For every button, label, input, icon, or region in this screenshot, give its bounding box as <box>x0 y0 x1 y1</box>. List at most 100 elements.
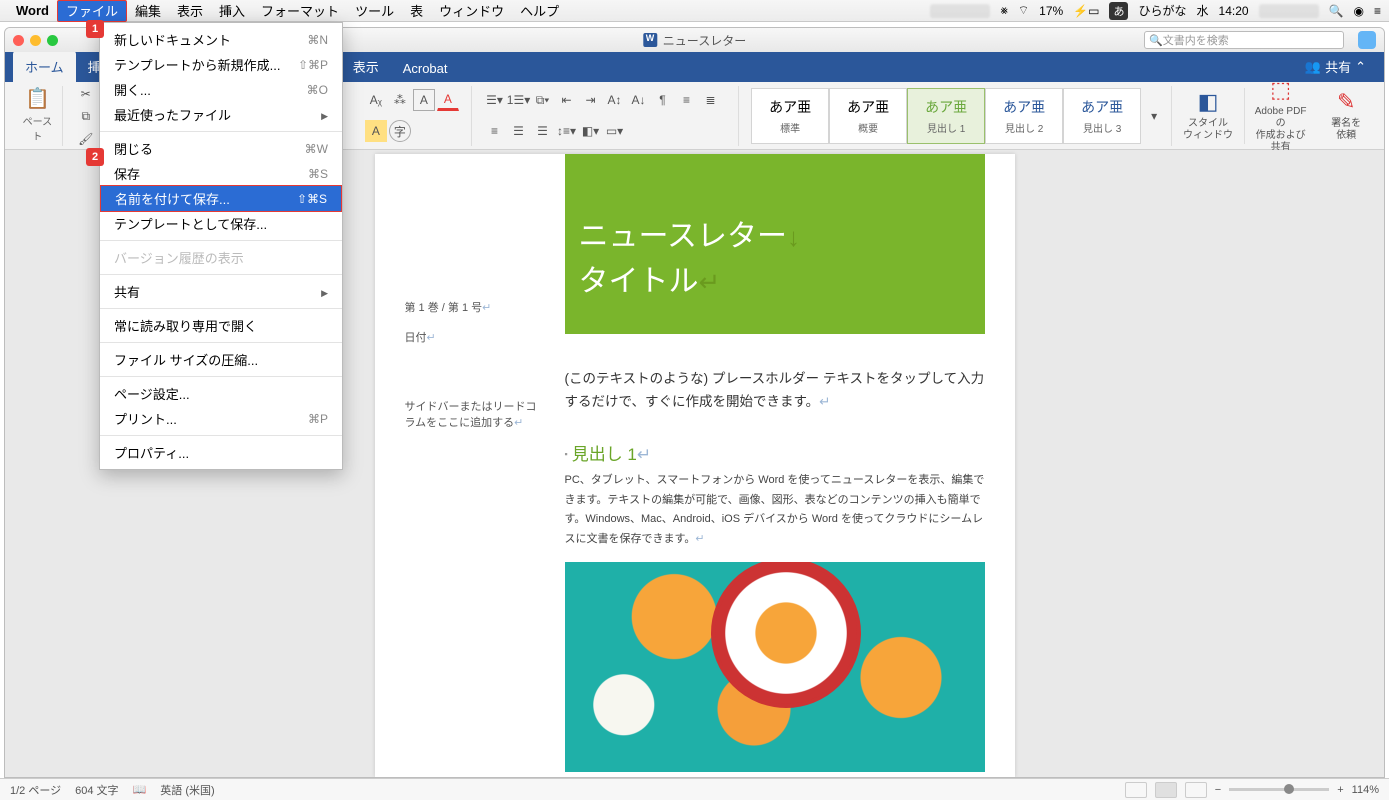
paste-button[interactable]: 📋 <box>25 86 50 111</box>
statusbar: 1/2 ページ 604 文字 📖 英語 (米国) − + 114% <box>0 778 1389 800</box>
file-menu-item[interactable]: プリント...⌘P <box>100 406 342 431</box>
file-menu-item[interactable]: 最近使ったファイル <box>100 102 342 127</box>
styles-pane-button[interactable]: ◧ スタイル ウィンドウ <box>1178 89 1238 141</box>
file-menu-item[interactable]: 共有 <box>100 279 342 304</box>
page-1: 第 1 巻 / 第 1 号↵ 日付↵ サイドバーまたはリードコラムをここに追加す… <box>375 154 1015 777</box>
tab-acrobat[interactable]: Acrobat <box>391 55 460 82</box>
font-color-button[interactable]: A <box>437 89 459 111</box>
menu-tools[interactable]: ツール <box>347 0 402 22</box>
print-layout-button[interactable] <box>1155 782 1177 798</box>
file-menu-item[interactable]: 保存⌘S <box>100 161 342 186</box>
format-painter-button[interactable]: 🖌 <box>75 131 97 147</box>
file-menu-item[interactable]: 常に読み取り専用で開く <box>100 313 342 338</box>
menu-view[interactable]: 表示 <box>169 0 211 22</box>
menu-window[interactable]: ウィンドウ <box>431 0 512 22</box>
style-card[interactable]: あア亜標準 <box>751 88 829 144</box>
shading-button[interactable]: ◧▾ <box>580 120 602 142</box>
align-right-button[interactable]: ≡ <box>484 120 506 142</box>
character-border-button[interactable]: A <box>413 89 435 111</box>
tab-view[interactable]: 表示 <box>341 51 391 82</box>
file-menu-item[interactable]: テンプレートとして保存... <box>100 211 342 236</box>
status-word-count[interactable]: 604 文字 <box>75 782 118 798</box>
paste-label: ペースト <box>19 113 56 143</box>
ime-indicator[interactable]: あ <box>1109 2 1128 20</box>
file-menu-item[interactable]: ファイル サイズの圧縮... <box>100 347 342 372</box>
body-paragraph[interactable]: PC、タブレット、スマートフォンから Word を使ってニュースレターを表示、編… <box>565 471 985 550</box>
callout-1: 1 <box>86 20 104 38</box>
distributed-button[interactable]: ☰ <box>532 120 554 142</box>
tab-home[interactable]: ホーム <box>13 51 76 82</box>
phonetic-guide-button[interactable]: ⁂ <box>389 89 411 111</box>
battery-icon[interactable]: ⚡▭ <box>1073 4 1099 18</box>
style-card[interactable]: あア亜見出し 2 <box>985 88 1063 144</box>
zoom-percent[interactable]: 114% <box>1352 784 1379 796</box>
style-card[interactable]: あア亜概要 <box>829 88 907 144</box>
menu-help[interactable]: ヘルプ <box>512 0 567 22</box>
hero-title-block[interactable]: ニュースレター↓ タイトル↵ <box>565 154 985 334</box>
doc-sidebar-note[interactable]: サイドバーまたはリードコラムをここに追加する↵ <box>405 398 545 430</box>
cut-button[interactable]: ✂︎ <box>75 86 97 102</box>
siri-icon[interactable]: ◉ <box>1354 4 1364 18</box>
style-card[interactable]: あア亜見出し 3 <box>1063 88 1141 144</box>
minimize-window-button[interactable] <box>30 35 41 46</box>
adobe-pdf-create-share-button[interactable]: ⬚ Adobe PDF の 作成および共有 <box>1251 77 1311 153</box>
volume-issue[interactable]: 第 1 巻 / 第 1 号↵ <box>405 299 545 315</box>
text-direction-button[interactable]: A↕ <box>604 89 626 111</box>
menu-table[interactable]: 表 <box>402 0 431 22</box>
bullets-button[interactable]: ☰▾ <box>484 89 506 111</box>
file-menu-item[interactable]: 名前を付けて保存...⇧⌘S <box>100 185 342 212</box>
notification-center-icon[interactable]: ≡ <box>1374 4 1381 18</box>
account-avatar[interactable] <box>1358 31 1376 49</box>
file-menu-item[interactable]: ページ設定... <box>100 381 342 406</box>
search-input[interactable]: 🔍 文書内を検索 <box>1144 31 1344 49</box>
justify-button[interactable]: ☰ <box>508 120 530 142</box>
file-menu-item[interactable]: 閉じる⌘W <box>100 136 342 161</box>
focus-mode-button[interactable] <box>1125 782 1147 798</box>
multilevel-list-button[interactable]: ⧉▾ <box>532 89 554 111</box>
app-name[interactable]: Word <box>16 3 49 18</box>
file-menu-item[interactable]: プロパティ... <box>100 440 342 465</box>
numbering-button[interactable]: 1☰▾ <box>508 89 530 111</box>
line-spacing-button[interactable]: ↕≡▾ <box>556 120 578 142</box>
heading-1[interactable]: 見出し 1↵ <box>565 440 985 465</box>
show-marks-button[interactable]: ¶ <box>652 89 674 111</box>
file-menu-item[interactable]: テンプレートから新規作成...⇧⌘P <box>100 52 342 77</box>
file-menu-item[interactable]: 開く...⌘O <box>100 77 342 102</box>
zoom-slider[interactable] <box>1229 788 1329 791</box>
style-card[interactable]: あア亜見出し 1 <box>907 88 985 144</box>
align-center-button[interactable]: ≣ <box>700 89 722 111</box>
copy-button[interactable]: ⧉ <box>75 108 97 125</box>
zoom-in-button[interactable]: + <box>1337 784 1343 796</box>
date-placeholder[interactable]: 日付↵ <box>405 329 545 345</box>
web-layout-button[interactable] <box>1185 782 1207 798</box>
mac-menubar: Word ファイル 編集 表示 挿入 フォーマット ツール 表 ウィンドウ ヘル… <box>0 0 1389 22</box>
status-language[interactable]: 英語 (米国) <box>160 782 214 798</box>
wifi-icon[interactable]: ⌔ <box>1018 3 1029 18</box>
sort-button[interactable]: A↓ <box>628 89 650 111</box>
menu-format[interactable]: フォーマット <box>253 0 347 22</box>
adobe-pdf-icon: ⬚ <box>1270 77 1291 103</box>
menu-insert[interactable]: 挿入 <box>211 0 253 22</box>
decrease-indent-button[interactable]: ⇤ <box>556 89 578 111</box>
document-title: ニュースレター <box>643 32 746 49</box>
file-menu-item[interactable]: 新しいドキュメント⌘N <box>100 27 342 52</box>
intro-paragraph[interactable]: (このテキストのような) プレースホルダー テキストをタップして入力するだけで、… <box>565 368 985 414</box>
align-left-button[interactable]: ≡ <box>676 89 698 111</box>
increase-indent-button[interactable]: ⇥ <box>580 89 602 111</box>
style-gallery-more[interactable]: ▾ <box>1143 88 1165 144</box>
spell-check-icon[interactable]: 📖 <box>133 783 147 796</box>
status-pages[interactable]: 1/2 ページ <box>10 782 61 798</box>
highlight-button[interactable]: A <box>365 120 387 142</box>
zoom-out-button[interactable]: − <box>1215 784 1221 796</box>
spotlight-icon[interactable]: 🔍 <box>1329 4 1344 18</box>
zoom-window-button[interactable] <box>47 35 58 46</box>
menu-edit[interactable]: 編集 <box>127 0 169 22</box>
borders-button[interactable]: ▭▾ <box>604 120 626 142</box>
request-signature-button[interactable]: ✎ 署名を 依頼 <box>1316 89 1376 141</box>
menu-file[interactable]: ファイル <box>57 0 127 22</box>
close-window-button[interactable] <box>13 35 24 46</box>
clear-formatting-button[interactable]: Aᵪ <box>365 89 387 111</box>
bluetooth-icon[interactable]: ⨳ <box>1000 3 1007 18</box>
enclose-characters-button[interactable]: 字 <box>389 120 411 142</box>
content-image[interactable] <box>565 562 985 772</box>
